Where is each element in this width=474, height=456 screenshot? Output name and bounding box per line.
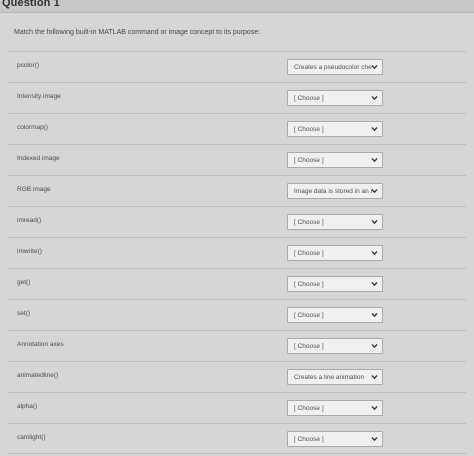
dropdown-selected-value: [ Choose ] <box>294 281 324 288</box>
matching-term: colormap() <box>17 124 49 131</box>
answer-dropdown[interactable]: [ Choose ] <box>287 90 383 106</box>
answer-dropdown[interactable]: [ Choose ] <box>287 307 383 323</box>
matching-term: RGB image <box>17 186 51 193</box>
chevron-down-icon <box>371 95 378 101</box>
quiz-question-panel: Question 1 Match the following built-in … <box>0 0 474 456</box>
answer-dropdown[interactable]: [ Choose ] <box>287 121 383 137</box>
answer-dropdown[interactable]: [ Choose ] <box>287 214 383 230</box>
answer-dropdown[interactable]: Creates a line animation <box>287 369 383 385</box>
matching-term: animatedline() <box>17 372 59 379</box>
chevron-down-icon <box>371 64 378 70</box>
question-header: Question 1 <box>0 0 474 13</box>
matching-term: Annotation axes <box>17 341 64 348</box>
chevron-down-icon <box>371 436 378 442</box>
dropdown-selected-value: [ Choose ] <box>294 250 324 257</box>
matching-row: animatedline() Creates a line animation <box>8 361 466 392</box>
chevron-down-icon <box>371 281 378 287</box>
dropdown-selected-value: [ Choose ] <box>294 436 324 443</box>
chevron-down-icon <box>371 157 378 163</box>
answer-dropdown[interactable]: [ Choose ] <box>287 431 383 447</box>
matching-row: Annotation axes [ Choose ] <box>8 330 466 361</box>
matching-term: imread() <box>17 217 42 224</box>
answer-dropdown[interactable]: [ Choose ] <box>287 152 383 168</box>
answer-dropdown[interactable]: Image data is stored in an m <box>287 183 383 199</box>
answer-dropdown[interactable]: [ Choose ] <box>287 276 383 292</box>
chevron-down-icon <box>371 126 378 132</box>
answer-dropdown[interactable]: Creates a pseudocolor checkerboard plot <box>287 59 383 75</box>
matching-term: camlight() <box>17 434 46 441</box>
chevron-down-icon <box>371 219 378 225</box>
dropdown-selected-value: [ Choose ] <box>294 219 324 226</box>
matching-row: set() [ Choose ] <box>8 299 466 330</box>
matching-row: get() [ Choose ] <box>8 268 466 299</box>
matching-term: Intensity image <box>17 93 61 100</box>
matching-row: Intensity image [ Choose ] <box>8 82 466 113</box>
question-title: Question 1 <box>2 0 60 9</box>
dropdown-selected-value: [ Choose ] <box>294 95 324 102</box>
chevron-down-icon <box>371 250 378 256</box>
question-prompt: Match the following built-in MATLAB comm… <box>14 29 261 36</box>
matching-row: camlight() [ Choose ] <box>8 423 466 454</box>
answer-dropdown[interactable]: [ Choose ] <box>287 400 383 416</box>
chevron-down-icon <box>371 374 378 380</box>
matching-row: imread() [ Choose ] <box>8 206 466 237</box>
question-body: Match the following built-in MATLAB comm… <box>0 13 474 456</box>
matching-row: imwrite() [ Choose ] <box>8 237 466 268</box>
answer-dropdown[interactable]: [ Choose ] <box>287 338 383 354</box>
matching-term: imwrite() <box>17 248 42 255</box>
chevron-down-icon <box>371 405 378 411</box>
matching-row: pcolor() Creates a pseudocolor checkerbo… <box>8 51 466 82</box>
matching-term: get() <box>17 279 31 286</box>
matching-term: alpha() <box>17 403 38 410</box>
matching-row: colormap() [ Choose ] <box>8 113 466 144</box>
dropdown-selected-value: [ Choose ] <box>294 157 324 164</box>
matching-list: pcolor() Creates a pseudocolor checkerbo… <box>8 51 466 454</box>
dropdown-selected-value: Creates a pseudocolor checkerboard plot <box>294 64 372 71</box>
dropdown-selected-value: Creates a line animation <box>294 374 365 381</box>
matching-row: RGB image Image data is stored in an m <box>8 175 466 206</box>
chevron-down-icon <box>371 312 378 318</box>
answer-dropdown[interactable]: [ Choose ] <box>287 245 383 261</box>
matching-row: alpha() [ Choose ] <box>8 392 466 423</box>
chevron-down-icon <box>371 188 378 194</box>
chevron-down-icon <box>371 343 378 349</box>
matching-term: set() <box>17 310 30 317</box>
dropdown-selected-value: Image data is stored in an m <box>294 188 372 195</box>
dropdown-selected-value: [ Choose ] <box>294 405 324 412</box>
matching-term: Indexed image <box>17 155 60 162</box>
matching-row: Indexed image [ Choose ] <box>8 144 466 175</box>
dropdown-selected-value: [ Choose ] <box>294 343 324 350</box>
matching-term: pcolor() <box>17 62 40 69</box>
dropdown-selected-value: [ Choose ] <box>294 312 324 319</box>
dropdown-selected-value: [ Choose ] <box>294 126 324 133</box>
